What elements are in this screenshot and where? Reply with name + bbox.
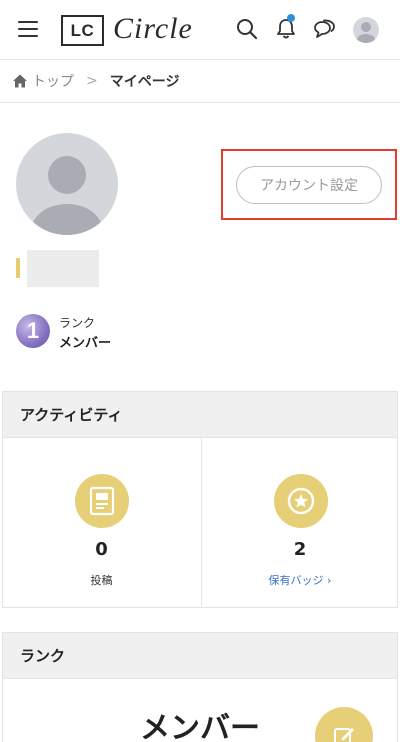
user-avatar[interactable] [353,17,379,43]
user-silhouette-icon [357,22,375,43]
logo-wordmark[interactable]: Circle [113,12,193,46]
username-placeholder [27,250,99,287]
posts-count: 0 [95,539,108,560]
menu-icon[interactable] [18,21,38,37]
breadcrumb: トップ > マイページ [12,70,179,92]
document-icon [89,486,115,516]
activity-title: アクティビティ [3,392,397,438]
posts-label: 投稿 [90,574,113,587]
breadcrumb-current: マイページ [109,74,180,90]
home-icon [13,74,27,88]
search-icon[interactable] [234,16,260,42]
rank-section-title: ランク [3,633,397,679]
app-header: LC Circle [0,0,400,60]
profile-avatar [16,133,118,235]
breadcrumb-separator: > [86,73,98,89]
rank-value: メンバー [59,336,112,351]
name-accent-bar [16,258,20,278]
activity-card: アクティビティ 0 投稿 2 保有バッジ › [2,391,398,608]
chat-icon[interactable] [312,16,338,42]
edit-icon [334,728,354,742]
rank-label: ランク [59,316,96,330]
account-settings-button[interactable]: アカウント設定 [236,166,382,204]
badges-link[interactable]: 保有バッジ › [202,572,398,588]
user-silhouette-icon [32,156,102,235]
badges-stat[interactable]: 2 保有バッジ › [201,438,398,607]
breadcrumb-divider [0,102,400,103]
rank-badge: 1 [16,314,50,348]
badges-icon-circle [274,474,328,528]
bell-icon [277,19,295,39]
breadcrumb-home-link[interactable]: トップ [32,71,74,91]
badges-count: 2 [293,539,307,560]
notification-dot [287,14,295,22]
posts-icon-circle [75,474,129,528]
posts-stat[interactable]: 0 投稿 [3,438,200,607]
notification-button[interactable] [273,14,299,42]
star-badge-icon [287,487,315,515]
logo-mark[interactable]: LC [61,15,104,46]
